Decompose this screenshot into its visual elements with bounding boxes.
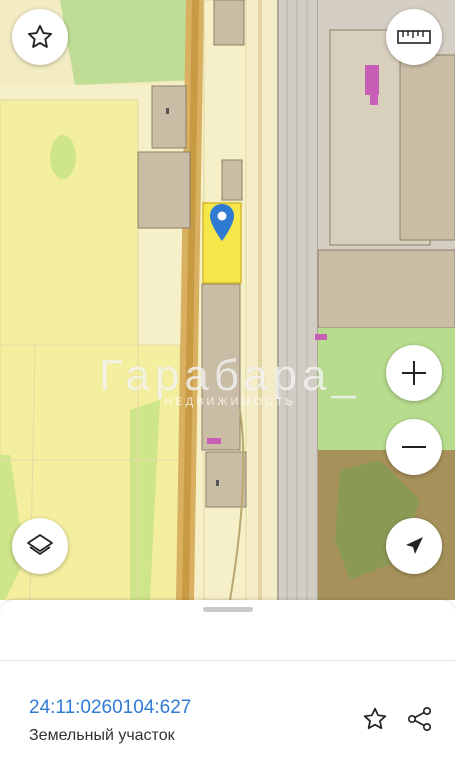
layers-icon bbox=[27, 534, 53, 555]
minus-icon bbox=[402, 446, 426, 448]
share-icon bbox=[407, 706, 431, 731]
parcel-info-sheet[interactable]: 24:11:0260104:627 Земельный участок bbox=[0, 600, 455, 768]
favorite-map-button[interactable] bbox=[12, 9, 68, 65]
cadastral-map[interactable]: Гарабара_ НЕДВИЖИМОСТЬ bbox=[0, 0, 455, 600]
favorite-parcel-button[interactable] bbox=[359, 703, 391, 735]
zoom-in-button[interactable] bbox=[386, 345, 442, 401]
location-pin-icon[interactable] bbox=[208, 203, 236, 243]
my-location-button[interactable] bbox=[386, 518, 442, 574]
parcel-type: Земельный участок bbox=[29, 727, 175, 744]
map-canvas bbox=[0, 0, 455, 600]
star-icon bbox=[27, 24, 53, 48]
plus-icon bbox=[402, 361, 426, 385]
sheet-drag-handle[interactable] bbox=[203, 607, 253, 612]
ruler-button[interactable] bbox=[386, 9, 442, 65]
sheet-divider bbox=[0, 660, 455, 661]
share-button[interactable] bbox=[404, 703, 436, 735]
layers-button[interactable] bbox=[12, 518, 68, 574]
ruler-icon bbox=[397, 30, 431, 44]
zoom-out-button[interactable] bbox=[386, 419, 442, 475]
cadastral-number[interactable]: 24:11:0260104:627 bbox=[29, 697, 191, 719]
navigation-arrow-icon bbox=[406, 537, 423, 554]
star-icon bbox=[363, 707, 387, 730]
